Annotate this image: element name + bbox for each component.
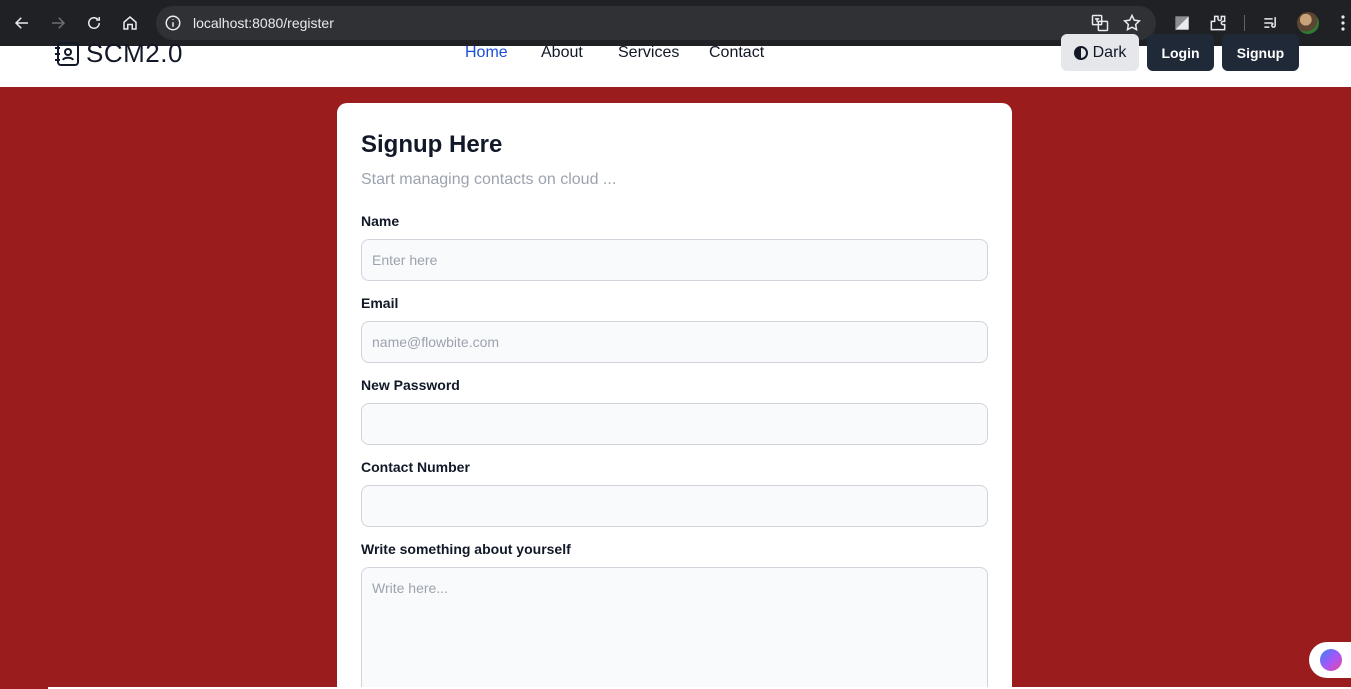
contact-number-input[interactable]	[361, 485, 988, 527]
profile-avatar[interactable]	[1297, 12, 1319, 34]
forward-icon[interactable]	[40, 5, 76, 41]
login-button[interactable]: Login	[1147, 34, 1214, 71]
form-subtitle: Start managing contacts on cloud ...	[361, 171, 617, 188]
brain-icon	[1320, 649, 1342, 671]
translate-icon[interactable]	[1090, 13, 1110, 33]
url-text: localhost:8080/register	[193, 15, 334, 31]
form-title: Signup Here	[361, 131, 503, 158]
about-textarea[interactable]	[361, 567, 988, 689]
reload-icon[interactable]	[76, 5, 112, 41]
back-icon[interactable]	[4, 5, 40, 41]
nav-link-services[interactable]: Services	[618, 44, 679, 62]
contact-number-label: Contact Number	[361, 459, 470, 475]
brand-name: SCM2.0	[86, 38, 183, 68]
signup-button[interactable]: Signup	[1222, 34, 1299, 71]
home-icon[interactable]	[112, 5, 148, 41]
password-label: New Password	[361, 377, 460, 393]
assistant-floating-button[interactable]	[1309, 642, 1351, 678]
email-label: Email	[361, 295, 399, 311]
bookmark-star-icon[interactable]	[1122, 13, 1142, 33]
signup-card: Signup Here Start managing contacts on c…	[337, 103, 1012, 689]
site-navbar: SCM2.0 Home About Services Contact Dark …	[0, 34, 1351, 87]
about-label: Write something about yourself	[361, 541, 571, 557]
theme-toggle-label: Dark	[1092, 43, 1127, 61]
email-input[interactable]	[361, 321, 988, 363]
nav-link-contact[interactable]: Contact	[709, 44, 764, 62]
contrast-icon	[1073, 45, 1088, 60]
toolbar-divider	[1244, 15, 1245, 31]
menu-kebab-icon[interactable]	[1336, 13, 1350, 33]
nav-link-home[interactable]: Home	[465, 44, 508, 62]
password-input[interactable]	[361, 403, 988, 445]
theme-toggle-button[interactable]: Dark	[1061, 34, 1139, 71]
extensions-icon[interactable]	[1208, 13, 1228, 33]
site-info-icon[interactable]	[164, 14, 182, 32]
address-bar[interactable]: localhost:8080/register	[156, 6, 1156, 40]
brand-logo[interactable]: SCM2.0	[52, 38, 183, 69]
nav-link-about[interactable]: About	[541, 44, 583, 62]
extension-puzzle-alt-icon[interactable]	[1172, 13, 1192, 33]
media-controls-icon[interactable]	[1261, 13, 1281, 33]
name-label: Name	[361, 213, 400, 229]
contact-book-icon	[55, 41, 79, 66]
name-input[interactable]	[361, 239, 988, 281]
